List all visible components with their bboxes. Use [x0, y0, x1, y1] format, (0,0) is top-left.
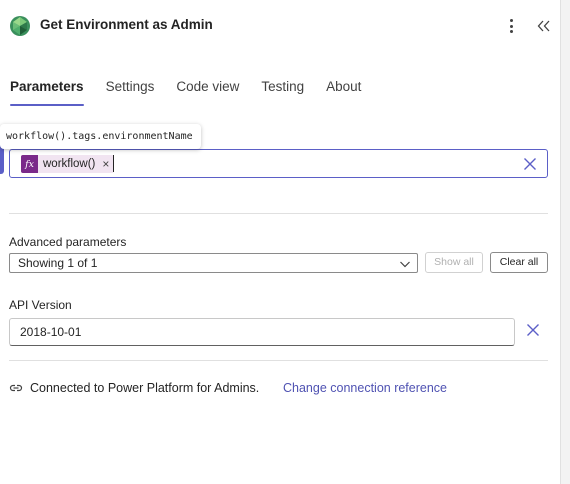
power-platform-logo-icon	[10, 16, 30, 36]
change-connection-link[interactable]: Change connection reference	[283, 381, 447, 395]
section-divider	[9, 213, 548, 214]
action-details-panel: Get Environment as Admin Parameters Sett…	[0, 0, 560, 484]
remove-parameter-icon[interactable]	[525, 322, 541, 338]
dropdown-selected-value: Showing 1 of 1	[18, 256, 98, 270]
section-divider	[9, 360, 548, 361]
token-label: workflow()	[43, 158, 96, 170]
api-version-input[interactable]	[9, 318, 515, 346]
api-version-label: API Version	[9, 298, 72, 312]
tab-testing[interactable]: Testing	[261, 78, 304, 106]
connection-status-text: Connected to Power Platform for Admins.	[30, 381, 260, 395]
expression-tooltip: workflow().tags.environmentName	[0, 124, 201, 149]
token-remove-icon[interactable]: ×	[102, 158, 109, 170]
clear-input-icon[interactable]	[522, 156, 538, 172]
more-options-icon[interactable]	[503, 16, 519, 36]
advanced-parameters-dropdown[interactable]: Showing 1 of 1	[9, 253, 418, 273]
tab-list: Parameters Settings Code view Testing Ab…	[10, 78, 383, 106]
text-caret	[113, 155, 114, 172]
collapse-panel-icon[interactable]	[535, 17, 553, 35]
canvas-edge	[560, 0, 570, 484]
environment-name-input[interactable]: fx workflow() ×	[9, 149, 548, 178]
tab-settings[interactable]: Settings	[106, 78, 155, 106]
function-icon: fx	[21, 155, 38, 173]
expression-token[interactable]: fx workflow() ×	[21, 155, 115, 173]
action-title: Get Environment as Admin	[40, 17, 213, 32]
show-all-button[interactable]: Show all	[425, 252, 483, 273]
tab-code-view[interactable]: Code view	[176, 78, 239, 106]
connection-link-icon	[9, 384, 23, 392]
tab-about[interactable]: About	[326, 78, 361, 106]
advanced-parameters-label: Advanced parameters	[9, 235, 127, 249]
clear-all-button[interactable]: Clear all	[490, 252, 548, 273]
tab-parameters[interactable]: Parameters	[10, 78, 84, 106]
chevron-down-icon	[400, 261, 410, 268]
